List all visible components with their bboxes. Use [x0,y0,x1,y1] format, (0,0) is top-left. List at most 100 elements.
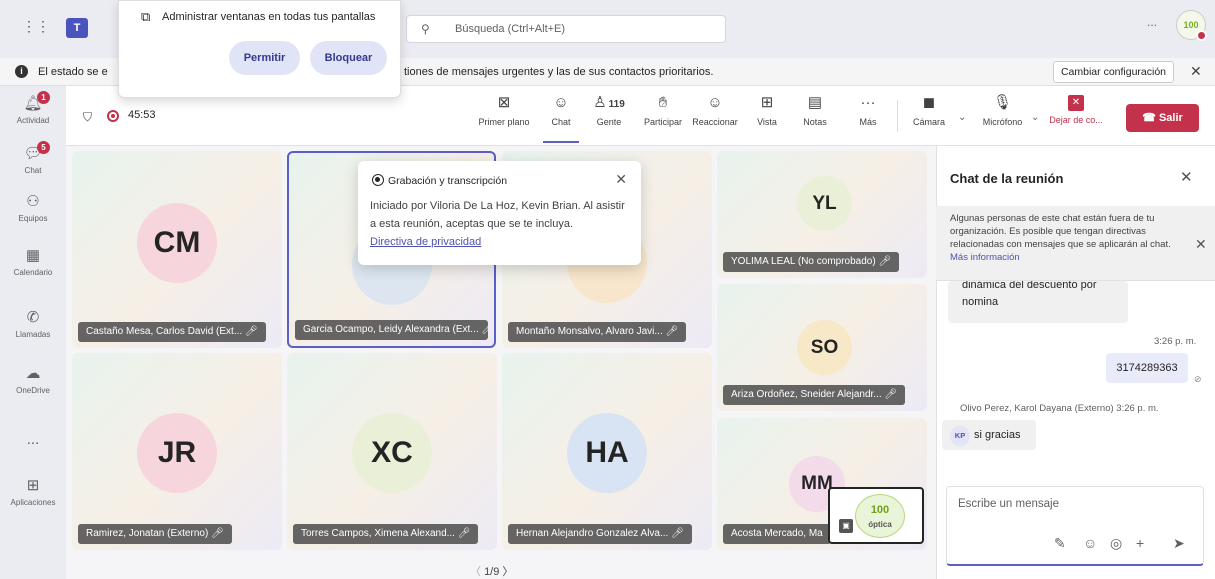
participant-tile[interactable]: CM Castaño Mesa, Carlos David (Ext... 🎤︎ [72,151,282,348]
participant-tile[interactable]: JR Ramirez, Jonatan (Externo) 🎤︎ [72,353,282,550]
rail-item-onedrive[interactable]: ☁ OneDrive [0,364,66,395]
hand-icon: ✋︎ [658,94,668,111]
rail-label: Calendario [13,268,53,277]
rail-item-teams[interactable]: ⚇ Equipos [0,192,66,223]
leave-button[interactable]: ☎︎ Salir [1126,104,1199,132]
bell-icon: 🔔︎ [23,95,43,112]
mic-muted-icon: 🎤︎ [884,389,898,400]
company-logo: 100 óptica [855,494,905,538]
recording-notice-popup: Grabación y transcripción ✕ Iniciado por… [358,161,641,265]
rail-label: OneDrive [16,386,50,395]
mic-muted-icon: 🎤︎ [481,324,488,335]
block-button[interactable]: Bloquear [310,41,387,75]
recording-title: Grabación y transcripción [388,175,508,187]
participant-tile[interactable]: YL YOLIMA LEAL (No comprobado) 🎤︎ [717,151,927,278]
recording-icon [107,110,119,122]
calendar-icon: ▦ [25,247,41,264]
participant-tile[interactable]: HA Hernan Alejandro Gonzalez Alva... 🎤︎ [502,353,712,550]
close-icon[interactable]: ✕ [1190,63,1202,80]
toolbar-label: Micrófono [982,117,1023,127]
more-actions-button[interactable]: ··· Más [853,93,883,127]
more-options-button[interactable]: ... [1147,15,1157,29]
loop-icon[interactable]: ◎ [1110,535,1122,552]
emoji-icon[interactable]: ☺ [1083,535,1097,551]
react-button[interactable]: ☺ Reaccionar [690,93,740,127]
chat-message: dinámica del descuento por nomina [948,279,1128,323]
rail-item-more[interactable]: ... [0,430,66,450]
close-icon[interactable]: ✕ [615,171,627,188]
participant-name: Acosta Mercado, Ma [723,524,831,544]
more-info-link[interactable]: Más información [950,252,1020,263]
window-permission-popup: ⧉ Administrar ventanas en todas tus pant… [118,0,401,98]
toolbar-label: Notas [803,117,827,127]
add-icon[interactable]: + [1136,535,1144,551]
rail-item-calls[interactable]: ✆ Llamadas [0,308,66,339]
spotlight-button[interactable]: ⊠ Primer plano [475,93,533,127]
chevron-down-icon[interactable]: ⌄ [1031,112,1039,123]
meeting-timer: 45:53 [128,109,156,121]
rail-item-calendar[interactable]: ▦ Calendario [0,246,66,277]
participant-name: YOLIMA LEAL (No comprobado) 🎤︎ [723,252,900,272]
participant-avatar: SO [797,320,852,375]
participant-tile[interactable]: XC Torres Campos, Ximena Alexand... 🎤︎ [287,353,497,550]
toolbar-label: Cámara [912,117,945,127]
participant-name: Ariza Ordoñez, Sneider Alejandr... 🎤︎ [723,385,906,405]
camera-button[interactable]: ◼︎ Cámara [910,93,948,127]
name-text: Castaño Mesa, Carlos David (Ext... [86,326,243,337]
view-button[interactable]: ⊞ Vista [752,93,782,127]
participant-avatar: XC [352,413,432,493]
close-icon[interactable]: ✕ [1180,168,1193,186]
privacy-link[interactable]: Directiva de privacidad [370,236,481,248]
teams-icon: ⚇ [26,193,40,210]
chat-button[interactable]: ☺ Chat [543,93,579,127]
name-text: Montaño Monsalvo, Alvaro Javi... [516,326,663,337]
chat-message-own: 3174289363 [1106,353,1188,383]
stop-sharing-button[interactable]: ✕ Dejar de co... [1045,93,1107,125]
search-icon: ⚲ [421,22,430,36]
participant-name: Torres Campos, Ximena Alexand... 🎤︎ [293,524,479,544]
toolbar-label: Primer plano [478,117,530,127]
notes-button[interactable]: ▤ Notas [800,93,830,127]
banner-text-start: El estado se e [38,66,108,78]
change-settings-button[interactable]: Cambiar configuración [1053,61,1174,83]
people-icon: ♙ 119 [593,94,625,111]
stop-share-icon: ✕ [1068,95,1084,111]
name-text: Acosta Mercado, Ma [731,528,823,539]
send-icon[interactable]: ➤ [1173,535,1185,552]
grid-icon: ⊞ [760,94,774,111]
mic-muted-icon: 🎤︎ [665,326,679,337]
format-icon[interactable]: ✎ [1054,535,1066,552]
people-button[interactable]: ♙ 119 Gente [585,93,633,127]
toolbar-label: Participar [643,117,682,127]
page-navigator[interactable]: 〈 1/9 〉 [470,563,513,579]
profile-avatar[interactable]: 100 [1176,10,1207,41]
name-text: Ariza Ordoñez, Sneider Alejandr... [731,389,882,400]
teams-logo-icon: T [66,18,88,38]
add-apps-icon: ⊞ [26,477,40,494]
chat-badge: 5 [37,141,50,154]
participant-avatar: JR [137,413,217,493]
rail-label: Actividad [16,116,50,125]
mic-muted-icon: 🎤︎ [671,528,684,539]
self-view[interactable]: 100 óptica ▣ [828,487,924,544]
chevron-left-icon[interactable]: 〈 [470,566,484,578]
spotlight-icon: ⊠ [497,94,511,111]
mic-muted-icon: 🎤︎ [211,528,224,539]
rail-item-chat[interactable]: 💬︎ 5 Chat [0,141,66,175]
shield-icon: ⛉ [83,110,93,124]
rail-item-apps[interactable]: ⊞ Aplicaciones [0,476,66,507]
mic-muted-icon: 🎤︎ [457,528,471,539]
page-indicator: 1/9 [484,566,500,578]
app-launcher-icon[interactable]: ⋮⋮ [22,18,50,40]
search-input[interactable]: ⚲ Búsqueda (Ctrl+Alt+E) [406,15,726,43]
participant-tile[interactable]: SO Ariza Ordoñez, Sneider Alejandr... 🎤︎ [717,284,927,411]
raise-hand-button[interactable]: ✋︎ Participar [639,93,687,127]
close-icon[interactable]: ✕ [1195,236,1207,253]
people-count: 119 [608,99,625,110]
rail-item-activity[interactable]: 🔔︎ 1 Actividad [0,91,66,125]
more-icon: ··· [860,94,876,111]
microphone-button[interactable]: 🎙︎ Micrófono [975,93,1030,127]
chevron-down-icon[interactable]: ⌄ [958,112,966,123]
chevron-right-icon[interactable]: 〉 [499,566,513,578]
allow-button[interactable]: Permitir [229,41,300,75]
